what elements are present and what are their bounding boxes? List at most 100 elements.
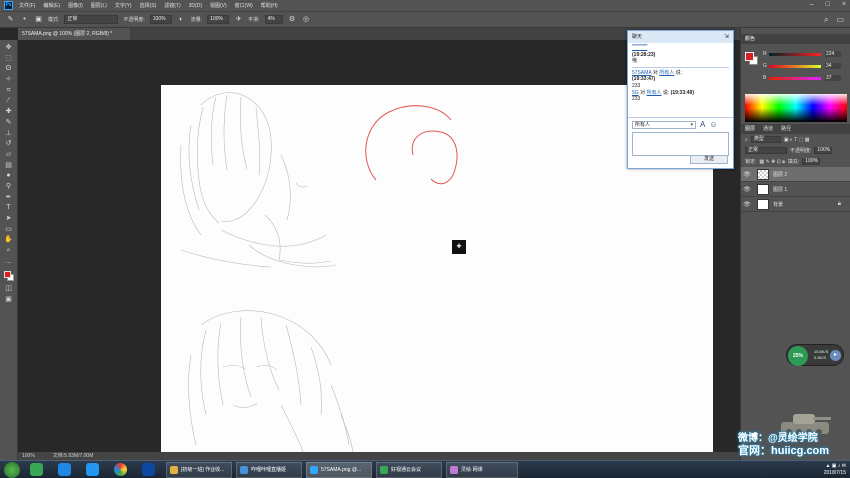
brush-panel-icon[interactable]: ▣ xyxy=(34,15,43,24)
font-icon[interactable]: A xyxy=(700,120,705,130)
message-sender[interactable]: 5G xyxy=(632,90,639,96)
g-value-field[interactable]: 34 xyxy=(825,63,841,69)
layer-row[interactable]: 👁︎ 图层 2 xyxy=(741,167,850,182)
foreground-color-swatch[interactable] xyxy=(3,271,11,279)
menu-file[interactable]: 文件(F) xyxy=(19,2,35,9)
menu-image[interactable]: 图像(I) xyxy=(68,2,83,9)
send-button[interactable]: 发送 xyxy=(690,155,728,164)
app-icon[interactable] xyxy=(30,463,43,476)
tab-channels[interactable]: 通道 xyxy=(763,124,773,134)
filter-icons[interactable]: ▣ ◐ T ⬚ ▦ xyxy=(784,137,810,143)
blend-mode-select[interactable]: 正常 xyxy=(745,147,787,154)
move-tool-icon[interactable]: ✥ xyxy=(3,43,15,54)
magic-wand-tool-icon[interactable]: ✧ xyxy=(3,75,15,86)
menu-3d[interactable]: 3D(D) xyxy=(189,3,202,9)
menu-window[interactable]: 窗口(W) xyxy=(235,2,253,9)
browser-icon[interactable] xyxy=(58,463,71,476)
tab-color[interactable]: 颜色 xyxy=(745,34,755,44)
mode-select[interactable]: 正常 xyxy=(64,15,119,24)
airbrush-icon[interactable]: ✈ xyxy=(234,15,243,24)
lasso-tool-icon[interactable]: ʘ xyxy=(3,64,15,75)
menu-select[interactable]: 选择(S) xyxy=(140,2,157,9)
gradient-tool-icon[interactable]: ▤ xyxy=(3,161,15,172)
tab-layers[interactable]: 图层 xyxy=(745,124,755,134)
color-swatches[interactable] xyxy=(3,270,15,284)
layer-filter-select[interactable]: 类型 xyxy=(750,136,781,143)
messenger-icon[interactable] xyxy=(86,463,99,476)
quick-mask-icon[interactable]: ◫ xyxy=(3,284,15,295)
brush-preset-icon[interactable]: • xyxy=(20,15,29,24)
system-tray[interactable]: ▲ ▣ ♪ ✉ 2018/7/15 xyxy=(824,463,846,477)
workspace-icon[interactable]: ▭ xyxy=(836,15,844,25)
smoothing-field[interactable]: 4% xyxy=(264,15,283,24)
crop-tool-icon[interactable]: ⌗ xyxy=(3,86,15,97)
opacity-field[interactable]: 100% xyxy=(149,15,172,24)
more-tools-icon[interactable]: … xyxy=(3,257,15,268)
b-track[interactable] xyxy=(769,76,821,80)
menu-layer[interactable]: 图层(L) xyxy=(91,2,107,9)
recipient-select[interactable]: 所有人 xyxy=(632,121,696,129)
taskbar-app-meeting[interactable]: 好视通云会议 xyxy=(376,462,442,478)
fill-field[interactable]: 100% xyxy=(802,158,821,165)
taskbar-app-lesson[interactable]: 灵绘·网课 xyxy=(446,462,518,478)
dodge-tool-icon[interactable]: ⚲ xyxy=(3,182,15,193)
slider-g[interactable]: G 34 xyxy=(763,62,847,70)
pressure-opacity-icon[interactable]: ◐ xyxy=(177,15,186,24)
marquee-tool-icon[interactable]: ⬚ xyxy=(3,54,15,65)
menu-filter[interactable]: 滤镜(T) xyxy=(164,2,180,9)
zoom-tool-icon[interactable]: ⌕ xyxy=(3,246,15,257)
layer-row[interactable]: 👁︎ 图层 1 xyxy=(741,182,850,197)
flow-field[interactable]: 100% xyxy=(207,15,230,24)
eyedropper-tool-icon[interactable]: ⁄ xyxy=(3,96,15,107)
shape-tool-icon[interactable]: ▭ xyxy=(3,225,15,236)
pen-tool-icon[interactable]: ✒ xyxy=(3,193,15,204)
lock-icons[interactable]: ▦ ✎ ✥ ⊡ 🔒︎ xyxy=(759,159,785,165)
message-recipient[interactable]: 所有人 xyxy=(646,90,661,96)
hand-tool-icon[interactable]: ✋ xyxy=(3,235,15,246)
layer-row[interactable]: 👁︎ 背景 🔒︎ xyxy=(741,197,850,212)
color-spectrum[interactable] xyxy=(745,94,847,122)
tray-icons[interactable]: ▲ ▣ ♪ ✉ xyxy=(824,463,846,470)
eye-icon[interactable]: 👁︎ xyxy=(741,171,753,178)
b-value-field[interactable]: 37 xyxy=(825,75,841,81)
path-select-tool-icon[interactable]: ➤ xyxy=(3,214,15,225)
pressure-size-icon[interactable]: ◎ xyxy=(302,15,311,24)
gear-icon[interactable]: ⚙ xyxy=(288,15,297,24)
taskbar-app-homework[interactable]: [初级一班] 作业收... xyxy=(166,462,232,478)
maximize-icon[interactable]: □ xyxy=(826,1,830,8)
emoji-icon[interactable]: ☺ xyxy=(709,120,717,130)
brush-tool-icon[interactable]: ✎ xyxy=(6,15,15,24)
slider-b[interactable]: B 37 xyxy=(763,74,847,82)
message-recipient[interactable]: 所有人 xyxy=(659,70,674,76)
r-track[interactable] xyxy=(769,52,821,56)
brush-tool-icon[interactable]: ✎ xyxy=(3,118,15,129)
type-tool-icon[interactable]: T xyxy=(3,203,15,214)
eraser-tool-icon[interactable]: ▱ xyxy=(3,150,15,161)
stamp-tool-icon[interactable]: ⊥ xyxy=(3,129,15,140)
taskbar-app-photoshop[interactable]: 57SAMA.png @... xyxy=(306,462,372,478)
tab-paths[interactable]: 路径 xyxy=(781,124,791,134)
screen-mode-icon[interactable]: ▣ xyxy=(3,295,15,306)
close-icon[interactable]: × xyxy=(842,1,846,8)
message-sender[interactable]: ▔▔▔▔ xyxy=(632,45,647,51)
healing-tool-icon[interactable]: ✚ xyxy=(3,107,15,118)
g-track[interactable] xyxy=(769,64,821,68)
menu-view[interactable]: 视图(V) xyxy=(210,2,227,9)
bilibili-icon[interactable] xyxy=(142,463,155,476)
r-value-field[interactable]: 224 xyxy=(825,51,841,57)
start-button-icon[interactable] xyxy=(4,462,20,478)
menu-type[interactable]: 文字(Y) xyxy=(115,2,132,9)
taskbar-app-live[interactable]: 咋哩咔哩直播姬 xyxy=(236,462,302,478)
document-tab[interactable]: 57SAMA.png @ 100% (图层 2, RGB/8) * xyxy=(18,28,130,40)
chrome-icon[interactable] xyxy=(114,463,127,476)
meter-expand-icon[interactable]: ▸ xyxy=(830,350,841,361)
menu-help[interactable]: 帮助(H) xyxy=(261,2,278,9)
network-meter[interactable]: 25% 15.8K/S 0.4K/S ▸ xyxy=(786,344,844,366)
chat-input[interactable] xyxy=(632,132,729,156)
history-brush-tool-icon[interactable]: ↺ xyxy=(3,139,15,150)
panel-foreground-swatch[interactable] xyxy=(745,52,754,61)
blur-tool-icon[interactable]: ● xyxy=(3,171,15,182)
layer-opacity-field[interactable]: 100% xyxy=(814,147,833,154)
chat-title-bar[interactable]: 聊天 ⇲ xyxy=(628,31,733,43)
minimize-icon[interactable]: – xyxy=(810,1,814,8)
